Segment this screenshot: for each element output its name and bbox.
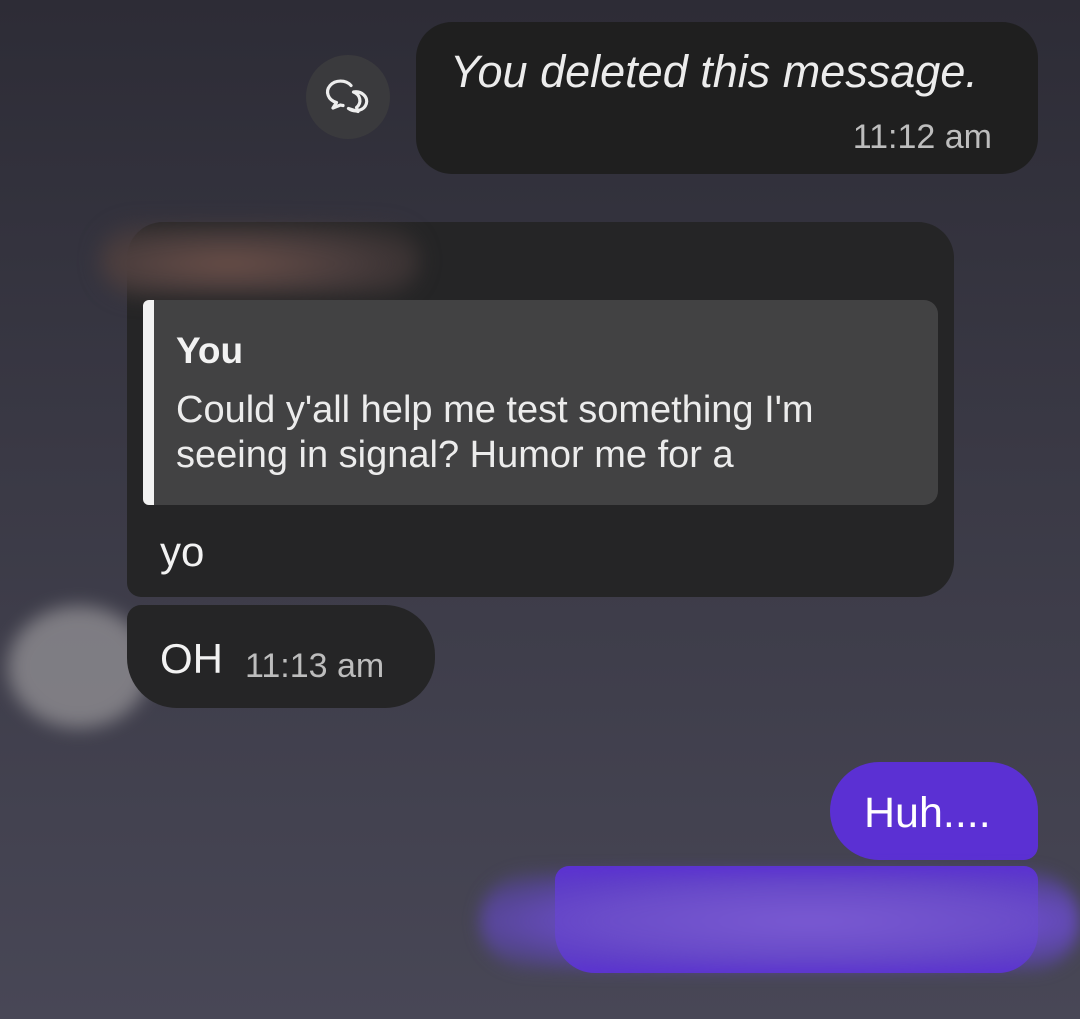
- blurred-sender-name: [100, 224, 420, 296]
- quote-author: You: [176, 330, 244, 371]
- outgoing-message-huh[interactable]: Huh....: [830, 762, 1038, 860]
- blurred-message-content: [480, 872, 1080, 970]
- deleted-message-text: You deleted this message.: [450, 46, 978, 97]
- reply-message-text: yo: [160, 528, 205, 575]
- message-text: Huh....: [864, 789, 991, 837]
- incoming-message-oh[interactable]: OH 11:13 am: [127, 605, 435, 708]
- reaction-button[interactable]: [306, 55, 390, 139]
- quote-bar: [143, 300, 154, 505]
- quoted-message[interactable]: You Could y'all help me test something I…: [143, 300, 938, 505]
- message-timestamp: 11:12 am: [852, 118, 992, 156]
- message-text: OH: [160, 635, 223, 682]
- quote-text: Could y'all help me test something I'm s…: [176, 389, 814, 476]
- conversation-view: You deleted this message. 11:12 am You C…: [0, 0, 1080, 1019]
- speech-bubbles-icon: [325, 79, 369, 114]
- message-timestamp: 11:13 am: [245, 647, 385, 685]
- outgoing-message-deleted[interactable]: You deleted this message. 11:12 am: [416, 22, 1038, 174]
